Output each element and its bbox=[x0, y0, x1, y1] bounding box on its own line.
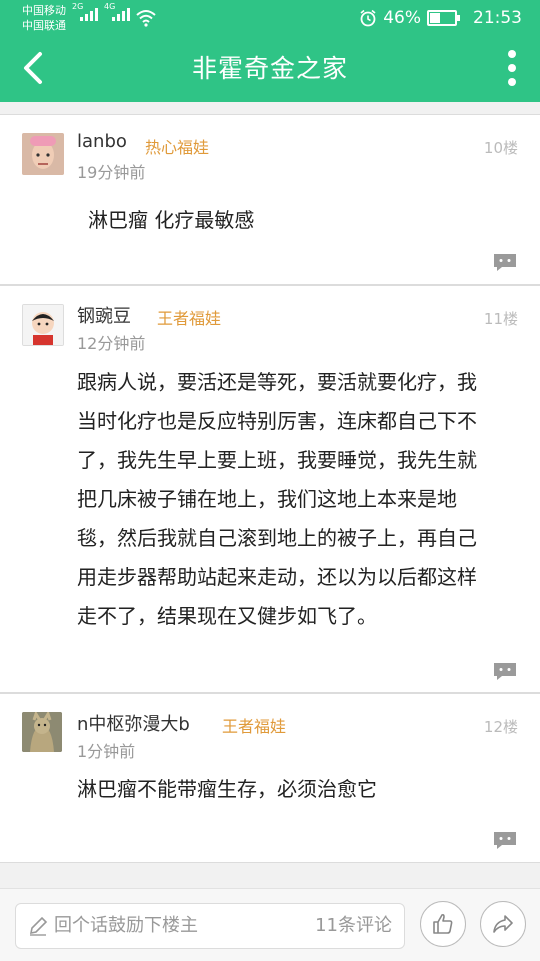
floor-number: 10楼 bbox=[483, 139, 518, 157]
username[interactable]: 钢豌豆 bbox=[77, 302, 131, 328]
thumbs-up-icon bbox=[433, 913, 453, 934]
avatar[interactable] bbox=[22, 304, 64, 346]
network-type-1: 2G bbox=[72, 2, 84, 11]
wifi-icon bbox=[136, 10, 156, 27]
avatar[interactable] bbox=[22, 712, 62, 752]
post-time: 19分钟前 bbox=[77, 163, 146, 182]
comment-count[interactable]: 11条评论 bbox=[315, 904, 392, 948]
carrier-1: 中国移动 bbox=[22, 4, 66, 17]
user-badge: 王者福娃 bbox=[222, 717, 287, 736]
carrier-labels: 中国移动 中国联通 bbox=[22, 3, 66, 33]
floor-number: 11楼 bbox=[483, 310, 518, 328]
reply-input[interactable]: 回个话鼓励下楼主 11条评论 bbox=[15, 903, 405, 949]
battery-percent: 46% bbox=[383, 8, 421, 28]
clock: 21:53 bbox=[473, 8, 522, 28]
like-button[interactable] bbox=[420, 901, 466, 947]
bottom-bar: 回个话鼓励下楼主 11条评论 bbox=[0, 888, 540, 961]
username[interactable]: n中枢弥漫大b bbox=[77, 710, 190, 736]
avatar[interactable] bbox=[22, 133, 64, 175]
pencil-icon bbox=[29, 916, 48, 936]
user-badge: 王者福娃 bbox=[157, 309, 222, 328]
reply-item: n中枢弥漫大b 王者福娃 1分钟前 12楼 淋巴瘤不能带瘤生存，必须治愈它 bbox=[0, 693, 540, 863]
battery-icon bbox=[427, 10, 460, 26]
comment-icon[interactable] bbox=[492, 830, 518, 850]
alarm-icon bbox=[360, 9, 376, 27]
reply-content: 淋巴瘤不能带瘤生存，必须治愈它 bbox=[77, 777, 377, 801]
status-bar: 中国移动 中国联通 2G 4G 46% 21:53 bbox=[0, 0, 540, 36]
reply-content: 淋巴瘤 化疗最敏感 bbox=[88, 208, 255, 232]
reply-content: 跟病人说，要活还是等死，要活就要化疗，我当时化疗也是反应特别厉害，连床都自己下不… bbox=[77, 370, 477, 628]
share-icon bbox=[493, 915, 513, 933]
post-time: 12分钟前 bbox=[77, 334, 146, 353]
reply-item: lanbo 热心福娃 19分钟前 10楼 淋巴瘤 化疗最敏感 bbox=[0, 114, 540, 285]
network-type-2: 4G bbox=[104, 2, 116, 11]
status-right: 46% 21:53 bbox=[359, 0, 522, 36]
reply-input-placeholder: 回个话鼓励下楼主 bbox=[54, 915, 198, 936]
username[interactable]: lanbo bbox=[77, 131, 127, 152]
carrier-2: 中国联通 bbox=[22, 19, 66, 32]
floor-number: 12楼 bbox=[483, 718, 518, 736]
post-time: 1分钟前 bbox=[77, 742, 136, 761]
reply-list[interactable]: lanbo 热心福娃 19分钟前 10楼 淋巴瘤 化疗最敏感 钢豌豆 王者福娃 … bbox=[0, 102, 540, 863]
comment-icon[interactable] bbox=[492, 252, 518, 272]
page-title: 非霍奇金之家 bbox=[191, 54, 348, 83]
app-header: 非霍奇金之家 bbox=[0, 36, 540, 102]
share-button[interactable] bbox=[480, 901, 526, 947]
user-badge: 热心福娃 bbox=[145, 138, 210, 157]
more-vertical-icon[interactable] bbox=[506, 50, 518, 90]
reply-item: 钢豌豆 王者福娃 12分钟前 11楼 跟病人说，要活还是等死，要活就要化疗，我当… bbox=[0, 285, 540, 693]
comment-icon[interactable] bbox=[492, 661, 518, 681]
